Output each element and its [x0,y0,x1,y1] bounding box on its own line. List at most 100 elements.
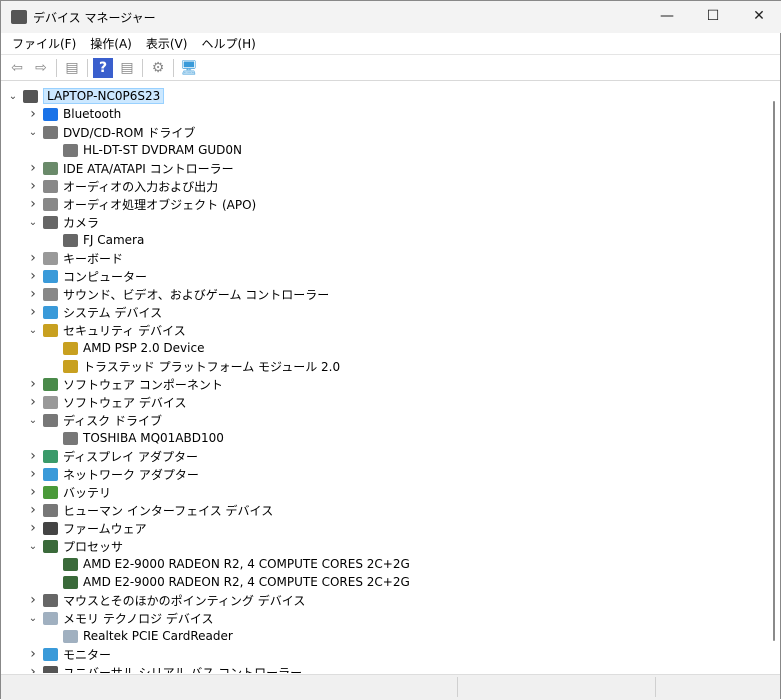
tree-device[interactable]: FJ Camera [47,231,144,249]
chevron-right-icon[interactable]: › [27,646,39,662]
chevron-right-icon[interactable]: › [27,376,39,392]
tree-category[interactable]: › ソフトウェア コンポーネント [27,375,223,393]
chevron-right-icon[interactable]: › [27,502,39,518]
chevron-right-icon[interactable]: › [27,664,39,673]
chevron-right-icon[interactable]: › [27,196,39,212]
chevron-down-icon[interactable]: ⌄ [27,613,39,624]
tree-category[interactable]: › コンピューター [27,267,147,285]
tree-device[interactable]: AMD PSP 2.0 Device [47,339,204,357]
chevron-right-icon[interactable]: › [27,520,39,536]
tree-device[interactable]: Realtek PCIE CardReader [47,627,233,645]
tree-item-label[interactable]: ソフトウェア コンポーネント [63,376,223,393]
tree-item-label[interactable]: キーボード [63,250,123,267]
tree-category[interactable]: › システム デバイス [27,303,162,321]
close-button[interactable]: ✕ [736,1,781,31]
chevron-down-icon[interactable]: ⌄ [27,325,39,336]
chevron-right-icon[interactable]: › [27,484,39,500]
properties-pane-icon[interactable]: ▤ [117,58,137,78]
scan-hardware-icon[interactable]: ⚙ [148,58,168,78]
tree-item-label[interactable]: IDE ATA/ATAPI コントローラー [63,160,234,177]
tree-category[interactable]: › ソフトウェア デバイス [27,393,186,411]
minimize-button[interactable]: — [644,1,690,31]
chevron-right-icon[interactable]: › [27,592,39,608]
chevron-right-icon[interactable]: › [27,178,39,194]
tree-category[interactable]: › ユニバーサル シリアル バス コントローラー [27,663,302,673]
tree-category[interactable]: › ヒューマン インターフェイス デバイス [27,501,273,519]
tree-item-label[interactable]: AMD E2-9000 RADEON R2, 4 COMPUTE CORES 2… [83,575,410,589]
tree-item-label[interactable]: DVD/CD-ROM ドライブ [63,124,195,141]
tree-item-label[interactable]: LAPTOP-NC0P6S23 [43,88,165,104]
tree-item-label[interactable]: モニター [63,646,111,663]
chevron-down-icon[interactable]: ⌄ [27,541,39,552]
scrollbar-thumb[interactable] [773,101,775,641]
tree-category[interactable]: › モニター [27,645,111,663]
forward-arrow-icon[interactable]: ⇨ [31,58,51,78]
show-hide-console-tree-icon[interactable]: ▤ [62,58,82,78]
chevron-right-icon[interactable]: › [27,448,39,464]
tree-category[interactable]: › Bluetooth [27,105,121,123]
tree-item-label[interactable]: コンピューター [63,268,147,285]
menu-help[interactable]: ヘルプ(H) [194,35,262,52]
tree-item-label[interactable]: オーディオの入力および出力 [63,178,218,195]
tree-item-label[interactable]: プロセッサ [63,538,123,555]
device-tree[interactable]: ⌄ LAPTOP-NC0P6S23 › Bluetooth ⌄ DVD/CD-ROM ドラ… [3,83,765,673]
tree-category[interactable]: ⌄ メモリ テクノロジ デバイス [27,609,214,627]
chevron-right-icon[interactable]: › [27,250,39,266]
vertical-scrollbar[interactable] [772,101,776,671]
tree-item-label[interactable]: サウンド、ビデオ、およびゲーム コントローラー [63,286,329,303]
tree-device[interactable]: AMD E2-9000 RADEON R2, 4 COMPUTE CORES 2… [47,573,410,591]
tree-item-label[interactable]: ソフトウェア デバイス [63,394,186,411]
tree-device[interactable]: トラステッド プラットフォーム モジュール 2.0 [47,357,340,375]
chevron-right-icon[interactable]: › [27,268,39,284]
menu-file[interactable]: ファイル(F) [5,35,83,52]
tree-category[interactable]: › オーディオの入力および出力 [27,177,218,195]
tree-item-label[interactable]: ディスク ドライブ [63,412,162,429]
tree-category[interactable]: › バッテリ [27,483,111,501]
tree-category[interactable]: › キーボード [27,249,123,267]
menu-action[interactable]: 操作(A) [83,35,139,52]
tree-item-label[interactable]: マウスとそのほかのポインティング デバイス [63,592,305,609]
chevron-right-icon[interactable]: › [27,304,39,320]
tree-item-label[interactable]: ディスプレイ アダプター [63,448,198,465]
tree-device[interactable]: TOSHIBA MQ01ABD100 [47,429,224,447]
tree-root[interactable]: ⌄ LAPTOP-NC0P6S23 [7,87,165,105]
chevron-down-icon[interactable]: ⌄ [27,127,39,138]
tree-device[interactable]: HL-DT-ST DVDRAM GUD0N [47,141,242,159]
tree-category[interactable]: › ディスプレイ アダプター [27,447,198,465]
tree-item-label[interactable]: Bluetooth [63,107,121,121]
tree-item-label[interactable]: オーディオ処理オブジェクト (APO) [63,196,256,213]
chevron-right-icon[interactable]: › [27,106,39,122]
chevron-right-icon[interactable]: › [27,286,39,302]
tree-item-label[interactable]: トラステッド プラットフォーム モジュール 2.0 [83,358,340,375]
chevron-down-icon[interactable]: ⌄ [27,415,39,426]
tree-item-label[interactable]: カメラ [63,214,99,231]
tree-item-label[interactable]: セキュリティ デバイス [63,322,186,339]
chevron-right-icon[interactable]: › [27,160,39,176]
tree-category[interactable]: ⌄ ディスク ドライブ [27,411,162,429]
tree-item-label[interactable]: Realtek PCIE CardReader [83,629,233,643]
tree-item-label[interactable]: ユニバーサル シリアル バス コントローラー [63,664,302,674]
tree-item-label[interactable]: メモリ テクノロジ デバイス [63,610,214,627]
tree-category[interactable]: › ファームウェア [27,519,147,537]
tree-category[interactable]: › オーディオ処理オブジェクト (APO) [27,195,256,213]
tree-category[interactable]: ⌄ DVD/CD-ROM ドライブ [27,123,195,141]
tree-item-label[interactable]: ネットワーク アダプター [63,466,199,483]
tree-category[interactable]: › IDE ATA/ATAPI コントローラー [27,159,234,177]
tree-item-label[interactable]: システム デバイス [63,304,162,321]
tree-item-label[interactable]: AMD PSP 2.0 Device [83,341,204,355]
back-arrow-icon[interactable]: ⇦ [7,58,27,78]
tree-item-label[interactable]: ファームウェア [63,520,147,537]
tree-category[interactable]: › ネットワーク アダプター [27,465,199,483]
chevron-right-icon[interactable]: › [27,394,39,410]
tree-item-label[interactable]: FJ Camera [83,233,144,247]
tree-category[interactable]: ⌄ カメラ [27,213,99,231]
tree-item-label[interactable]: TOSHIBA MQ01ABD100 [83,431,224,445]
chevron-down-icon[interactable]: ⌄ [27,217,39,228]
tree-category[interactable]: › サウンド、ビデオ、およびゲーム コントローラー [27,285,329,303]
chevron-right-icon[interactable]: › [27,466,39,482]
tree-category[interactable]: ⌄ セキュリティ デバイス [27,321,186,339]
tree-category[interactable]: ⌄ プロセッサ [27,537,123,555]
tree-category[interactable]: › マウスとそのほかのポインティング デバイス [27,591,305,609]
chevron-down-icon[interactable]: ⌄ [7,91,19,102]
maximize-button[interactable]: ☐ [690,1,736,31]
